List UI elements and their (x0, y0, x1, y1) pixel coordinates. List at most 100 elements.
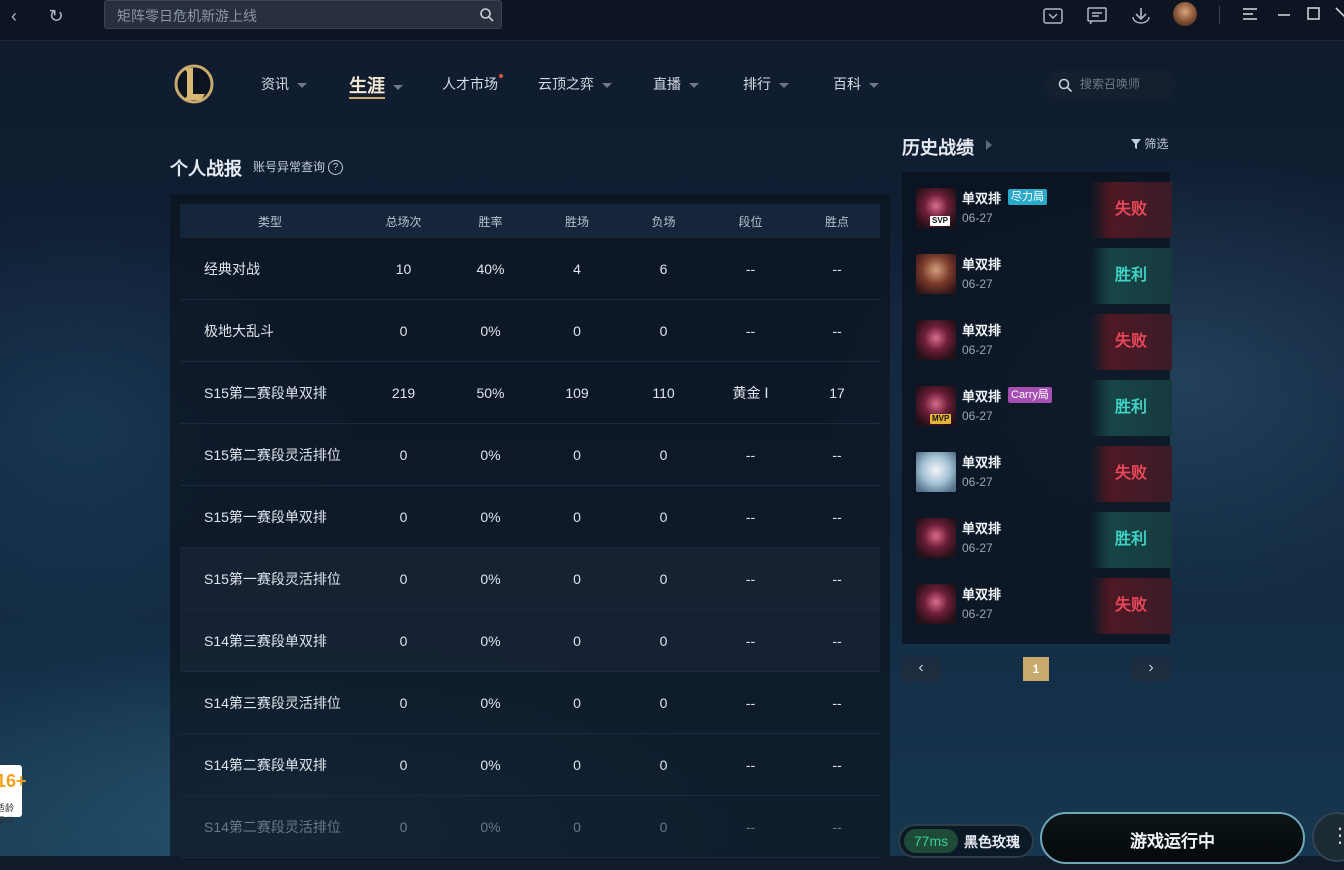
page-number[interactable]: 1 (1023, 657, 1049, 681)
maximize-icon[interactable] (1306, 6, 1322, 22)
row-type-cell: 极地大乱斗 (180, 299, 360, 362)
table-cell: 0 (534, 671, 620, 734)
table-cell: 0 (620, 733, 707, 796)
status-pill[interactable]: 77ms 黑色玫瑰 (898, 824, 1034, 858)
filter-button[interactable]: 筛选 (1131, 135, 1168, 152)
table-cell: 0 (620, 547, 707, 610)
age-rating-badge: 16+ 适龄提示 (0, 765, 27, 826)
table-cell: 0 (360, 299, 447, 362)
match-date: 06-27 (962, 277, 993, 291)
more-options-button[interactable]: ⋮ (1312, 812, 1344, 862)
table-cell: -- (707, 547, 794, 610)
table-row: S14第二赛段灵活排位 0 0% 0 0 -- -- (180, 795, 880, 858)
table-cell: 0 (534, 609, 620, 672)
match-item[interactable]: 单双排 06-27 失败 (914, 314, 1172, 370)
table-cell: 50% (447, 361, 534, 424)
next-page-button[interactable]: › (1132, 657, 1170, 681)
table-cell: -- (794, 733, 880, 796)
table-cell: 0 (620, 671, 707, 734)
match-item[interactable]: 单双排 06-27 胜利 (914, 248, 1172, 304)
table-cell: -- (707, 795, 794, 858)
table-row: S15第一赛段灵活排位 0 0% 0 0 -- -- (180, 547, 880, 610)
nav-tft[interactable]: 云顶之弈 (538, 74, 612, 98)
match-item[interactable]: 单双排 06-27 失败 (914, 578, 1172, 634)
table-cell: 0 (534, 795, 620, 858)
match-item[interactable]: MVP 单双排 Carry局 06-27 胜利 (914, 380, 1172, 436)
table-cell: 0% (447, 671, 534, 734)
refresh-icon[interactable]: ↻ (42, 2, 70, 30)
table-cell: 17 (794, 361, 880, 424)
back-icon[interactable]: ‹ (0, 2, 28, 30)
table-cell: 10 (360, 238, 447, 300)
table-cell: 109 (534, 361, 620, 424)
nav-wiki[interactable]: 百科 (833, 74, 879, 98)
champion-portrait (916, 320, 956, 360)
match-item[interactable]: 单双排 06-27 胜利 (914, 512, 1172, 568)
history-panel: SVP 单双排 尽力局 06-27 失败 单双排 06-27 胜利 单双排 06-27 失败 MVP 单… (902, 172, 1172, 644)
champion-portrait (916, 584, 956, 624)
chevron-down-icon (297, 82, 307, 88)
prev-page-button[interactable]: ‹ (902, 657, 940, 681)
summoner-search-input[interactable] (1078, 76, 1172, 92)
table-cell: -- (707, 671, 794, 734)
user-avatar[interactable] (1173, 2, 1197, 26)
queue-type: 单双排 (962, 455, 1002, 470)
table-cell: 0 (534, 485, 620, 548)
nav-news[interactable]: 资讯 (261, 74, 307, 98)
column-header: 总场次 (360, 204, 447, 238)
summoner-search[interactable] (1046, 70, 1176, 100)
search-input[interactable] (115, 5, 469, 27)
help-icon[interactable]: ? (328, 160, 344, 176)
match-result: 胜利 (1090, 512, 1172, 568)
game-running-button[interactable]: 游戏运行中 (1040, 812, 1305, 864)
message-icon[interactable] (1086, 5, 1108, 25)
match-result: 失败 (1090, 314, 1172, 370)
inbox-icon[interactable] (1042, 5, 1064, 25)
search-icon[interactable] (479, 7, 495, 23)
row-type-cell: S15第二赛段灵活排位 (180, 423, 360, 486)
table-header-row: 类型 总场次 胜率 胜场 负场 段位 胜点 (180, 204, 880, 238)
table-row: S15第二赛段灵活排位 0 0% 0 0 -- -- (180, 423, 880, 486)
history-title[interactable]: 历史战绩 (902, 134, 974, 160)
filter-icon (1131, 139, 1141, 149)
table-cell: 0 (360, 671, 447, 734)
queue-type: 单双排 (962, 389, 1002, 404)
nav-career[interactable]: 生涯 (349, 72, 403, 99)
menu-icon[interactable] (1242, 7, 1258, 21)
table-cell: 0 (534, 733, 620, 796)
table-cell: 0 (534, 299, 620, 362)
download-icon[interactable] (1130, 5, 1152, 25)
column-header: 段位 (707, 204, 794, 238)
close-icon[interactable] (1334, 6, 1344, 22)
match-item[interactable]: 单双排 06-27 失败 (914, 446, 1172, 502)
nav-talent-market[interactable]: 人才市场 (442, 74, 503, 98)
table-cell: 0 (360, 485, 447, 548)
account-check-link[interactable]: 账号异常查询? (253, 158, 344, 176)
queue-type: 单双排 (962, 257, 1002, 272)
table-cell: 0 (534, 547, 620, 610)
title-bar: ‹ ↻ (0, 0, 1344, 41)
chevron-right-icon[interactable] (986, 140, 992, 150)
table-row: 极地大乱斗 0 0% 0 0 -- -- (180, 299, 880, 362)
row-type-cell: S14第三赛段灵活排位 (180, 671, 360, 734)
minimize-icon[interactable] (1276, 7, 1292, 21)
table-cell: 0% (447, 485, 534, 548)
table-cell: -- (794, 423, 880, 486)
nav-live[interactable]: 直播 (653, 74, 699, 98)
table-cell: -- (707, 238, 794, 300)
match-result: 失败 (1090, 578, 1172, 634)
ping-indicator: 77ms (904, 829, 958, 853)
search-box[interactable] (104, 0, 502, 29)
table-cell: 0 (360, 795, 447, 858)
match-date: 06-27 (962, 343, 993, 357)
nav-ranking[interactable]: 排行 (743, 74, 789, 98)
lol-logo[interactable] (172, 60, 214, 108)
match-item[interactable]: SVP 单双排 尽力局 06-27 失败 (914, 182, 1172, 238)
stats-table: 类型 总场次 胜率 胜场 负场 段位 胜点 经典对战 10 40% 4 6 -- -- 极地大… (180, 204, 880, 858)
table-cell: 0 (620, 609, 707, 672)
table-cell: 0 (360, 423, 447, 486)
match-tag: Carry局 (1008, 387, 1052, 403)
champion-portrait (916, 452, 956, 492)
table-cell: 0 (534, 423, 620, 486)
table-cell: 0% (447, 609, 534, 672)
